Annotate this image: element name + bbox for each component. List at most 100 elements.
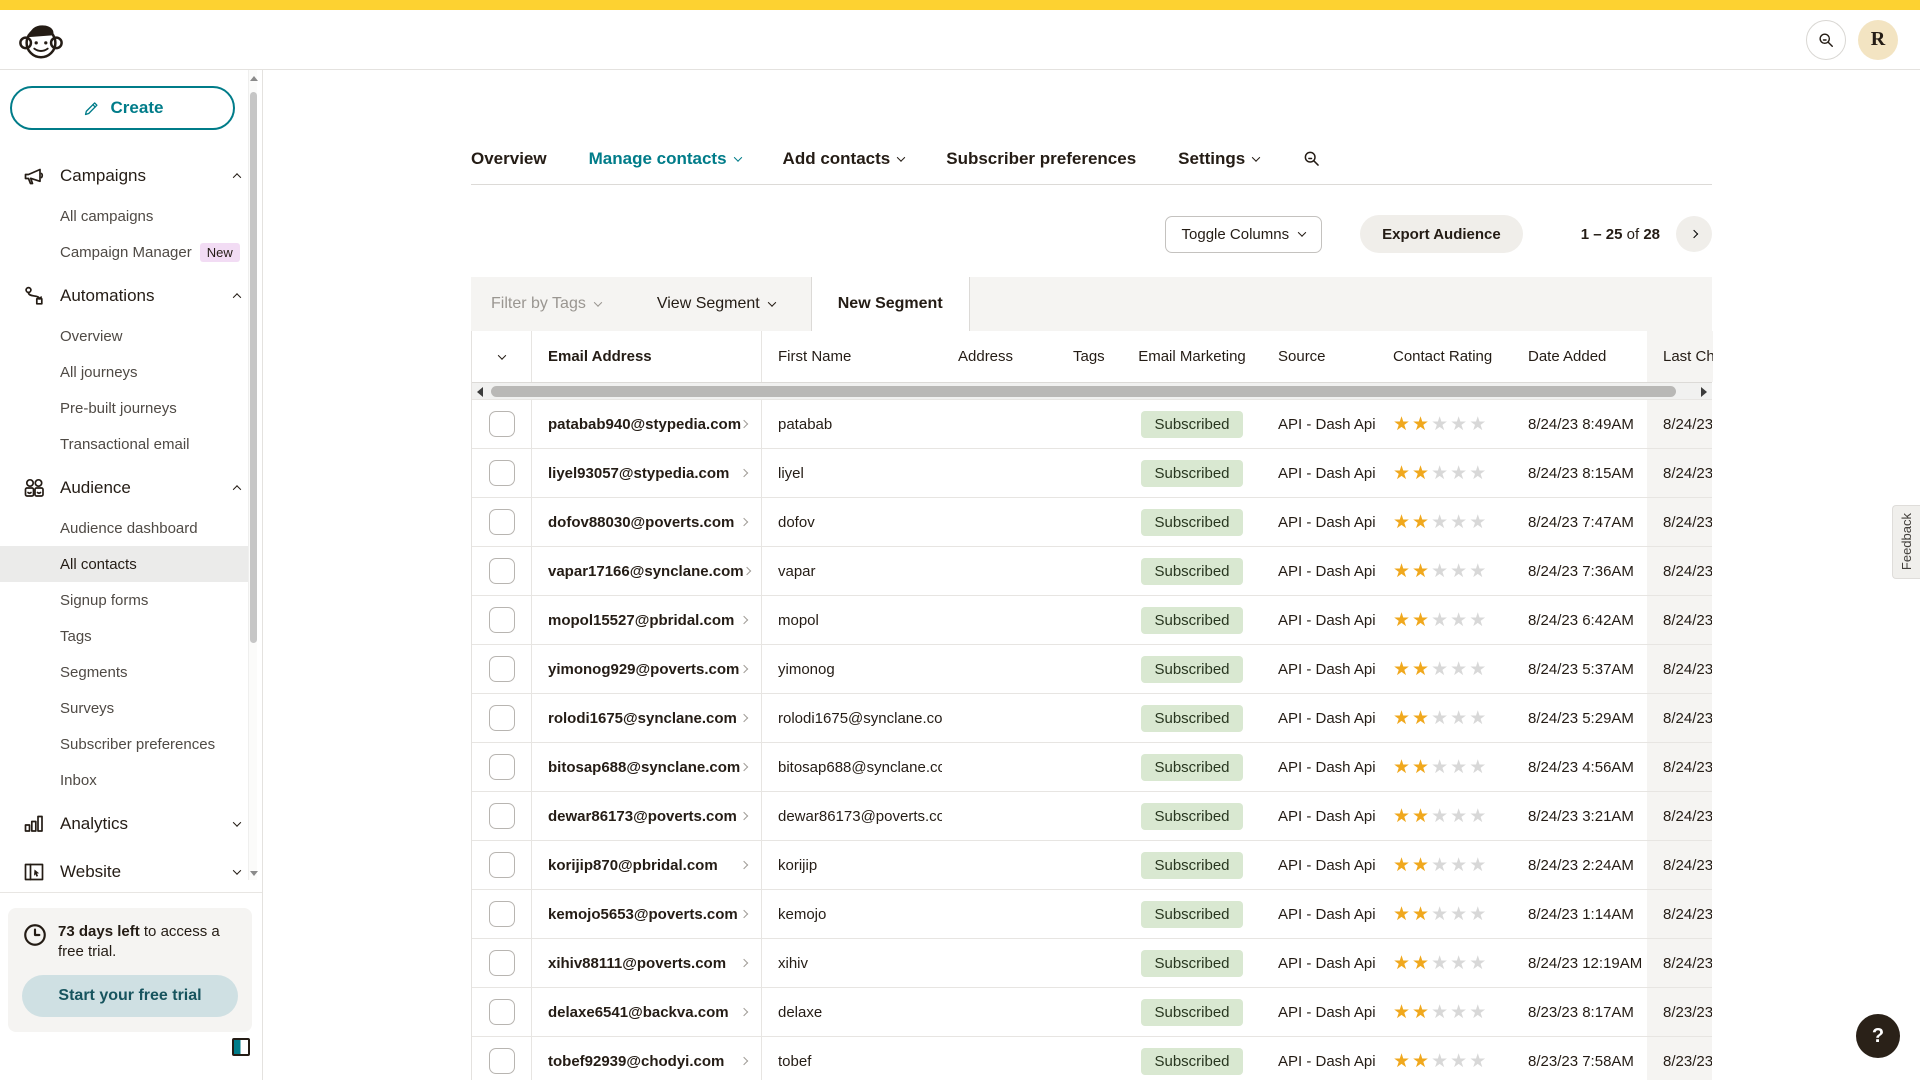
first-name-cell: liyel <box>762 465 942 482</box>
sidebar-item-all-journeys[interactable]: All journeys <box>0 354 262 390</box>
create-button[interactable]: Create <box>10 86 235 130</box>
open-contact-chevron-icon[interactable] <box>741 911 747 917</box>
email-link[interactable]: vapar17166@synclane.com <box>548 563 744 580</box>
star-icon: ★ <box>1450 854 1469 876</box>
sidebar-item-all-contacts[interactable]: All contacts <box>0 546 249 582</box>
email-link[interactable]: rolodi1675@synclane.com <box>548 710 737 727</box>
row-checkbox[interactable] <box>489 901 515 927</box>
sidebar-section-automations[interactable]: Automations <box>0 274 262 318</box>
sidebar-section-campaigns[interactable]: Campaigns <box>0 154 262 198</box>
header-search-button[interactable] <box>1806 20 1846 60</box>
sidebar-item-audience-dashboard[interactable]: Audience dashboard <box>0 510 262 546</box>
row-checkbox[interactable] <box>489 852 515 878</box>
open-contact-chevron-icon[interactable] <box>741 960 747 966</box>
sidebar-item-all-campaigns[interactable]: All campaigns <box>0 198 262 234</box>
row-checkbox[interactable] <box>489 705 515 731</box>
email-link[interactable]: dofov88030@poverts.com <box>548 514 734 531</box>
open-contact-chevron-icon[interactable] <box>741 715 747 721</box>
sidebar-item-signup-forms[interactable]: Signup forms <box>0 582 262 618</box>
segment-filter-bar: Filter by Tags View Segment New Segment <box>471 277 1712 331</box>
email-link[interactable]: xihiv88111@poverts.com <box>548 955 726 972</box>
sidebar-scrollbar[interactable] <box>248 70 257 880</box>
sidebar-item-surveys[interactable]: Surveys <box>0 690 262 726</box>
open-contact-chevron-icon[interactable] <box>741 764 747 770</box>
status-badge: Subscribed <box>1141 607 1242 634</box>
email-link[interactable]: dewar86173@poverts.com <box>548 808 737 825</box>
start-free-trial-button[interactable]: Start your free trial <box>22 975 238 1017</box>
open-contact-chevron-icon[interactable] <box>741 421 747 427</box>
email-link[interactable]: delaxe6541@backva.com <box>548 1004 729 1021</box>
open-contact-chevron-icon[interactable] <box>741 617 747 623</box>
email-link[interactable]: bitosap688@synclane.com <box>548 759 740 776</box>
horizontal-scrollbar[interactable] <box>472 383 1712 400</box>
feedback-tab[interactable]: Feedback <box>1892 505 1920 579</box>
email-link[interactable]: kemojo5653@poverts.com <box>548 906 738 923</box>
sidebar-scrollbar-thumb[interactable] <box>250 92 257 643</box>
tab-manage-contacts[interactable]: Manage contacts <box>589 149 741 169</box>
contact-rating-cell: ★★★★★ <box>1377 462 1512 484</box>
sidebar-item-pre-built-journeys[interactable]: Pre-built journeys <box>0 390 262 426</box>
email-link[interactable]: patabab940@stypedia.com <box>548 416 741 433</box>
open-contact-chevron-icon[interactable] <box>741 666 747 672</box>
row-checkbox[interactable] <box>489 1048 515 1074</box>
tab-settings[interactable]: Settings <box>1178 149 1259 169</box>
row-checkbox[interactable] <box>489 803 515 829</box>
sidebar-item-overview[interactable]: Overview <box>0 318 262 354</box>
sidebar-item-segments[interactable]: Segments <box>0 654 262 690</box>
tabs-search-button[interactable] <box>1301 148 1322 169</box>
row-checkbox[interactable] <box>489 656 515 682</box>
row-checkbox[interactable] <box>489 607 515 633</box>
row-checkbox[interactable] <box>489 754 515 780</box>
row-checkbox[interactable] <box>489 950 515 976</box>
email-link[interactable]: korijip870@pbridal.com <box>548 857 718 874</box>
column-header-address: Address <box>942 348 1057 365</box>
select-all-dropdown[interactable] <box>472 331 532 382</box>
sidebar-item-inbox[interactable]: Inbox <box>0 762 262 798</box>
email-link[interactable]: liyel93057@stypedia.com <box>548 465 729 482</box>
next-page-button[interactable] <box>1676 216 1712 252</box>
row-checkbox[interactable] <box>489 460 515 486</box>
open-contact-chevron-icon[interactable] <box>741 470 747 476</box>
email-link[interactable]: tobef92939@chodyi.com <box>548 1053 724 1070</box>
row-checkbox[interactable] <box>489 999 515 1025</box>
star-icon: ★ <box>1450 707 1469 729</box>
toggle-columns-button[interactable]: Toggle Columns <box>1165 216 1323 253</box>
row-checkbox[interactable] <box>489 509 515 535</box>
tab-overview[interactable]: Overview <box>471 149 547 169</box>
tab-add-contacts[interactable]: Add contacts <box>783 149 905 169</box>
open-contact-chevron-icon[interactable] <box>741 1058 747 1064</box>
sidebar-item-subscriber-preferences[interactable]: Subscriber preferences <box>0 726 262 762</box>
horizontal-scrollbar-thumb[interactable] <box>491 386 1676 397</box>
avatar[interactable]: R <box>1858 20 1898 60</box>
open-contact-chevron-icon[interactable] <box>741 813 747 819</box>
email-link[interactable]: yimonog929@poverts.com <box>548 661 739 678</box>
open-contact-chevron-icon[interactable] <box>741 862 747 868</box>
scroll-left-arrow-icon[interactable] <box>477 387 483 397</box>
export-audience-button[interactable]: Export Audience <box>1360 215 1523 253</box>
scroll-right-arrow-icon[interactable] <box>1701 387 1707 397</box>
email-cell: liyel93057@stypedia.com <box>532 449 762 497</box>
collapse-sidebar-icon[interactable] <box>232 1038 250 1056</box>
sidebar-item-campaign-manager[interactable]: Campaign ManagerNew <box>0 234 262 270</box>
email-link[interactable]: mopol15527@pbridal.com <box>548 612 734 629</box>
mailchimp-logo-icon[interactable] <box>18 17 64 63</box>
email-marketing-cell: Subscribed <box>1122 852 1262 879</box>
sidebar-item-tags[interactable]: Tags <box>0 618 262 654</box>
row-checkbox[interactable] <box>489 411 515 437</box>
open-contact-chevron-icon[interactable] <box>741 519 747 525</box>
table-row: tobef92939@chodyi.comtobefSubscribedAPI … <box>472 1037 1712 1080</box>
tab-subscriber-preferences[interactable]: Subscriber preferences <box>946 149 1136 169</box>
open-contact-chevron-icon[interactable] <box>744 568 750 574</box>
row-checkbox[interactable] <box>489 558 515 584</box>
sidebar-section-audience[interactable]: Audience <box>0 466 262 510</box>
sidebar-section-analytics[interactable]: Analytics <box>0 802 262 846</box>
new-segment-button[interactable]: New Segment <box>811 277 970 331</box>
sidebar-item-transactional-email[interactable]: Transactional email <box>0 426 262 462</box>
scroll-up-arrow-icon[interactable] <box>250 76 258 81</box>
sidebar-section-website[interactable]: Website <box>0 850 262 894</box>
help-button[interactable]: ? <box>1856 1014 1900 1058</box>
filter-by-tags-dropdown[interactable]: Filter by Tags <box>471 277 639 331</box>
view-segment-dropdown[interactable]: View Segment <box>639 277 811 331</box>
scroll-down-arrow-icon[interactable] <box>250 871 258 876</box>
open-contact-chevron-icon[interactable] <box>741 1009 747 1015</box>
